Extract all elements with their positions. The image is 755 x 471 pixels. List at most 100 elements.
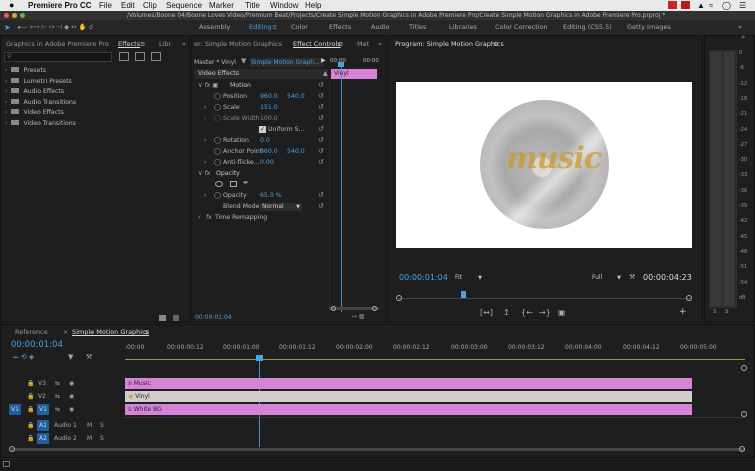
- track-label-a1[interactable]: A1: [37, 420, 49, 431]
- tab-reference[interactable]: Reference: [15, 326, 48, 338]
- expand-rotation-icon[interactable]: ›: [204, 136, 206, 146]
- zoom-handle-left[interactable]: [331, 306, 336, 311]
- reset-motion-icon[interactable]: ↺: [318, 81, 324, 89]
- stopwatch-icon[interactable]: ◯: [214, 158, 221, 168]
- clip-white-bg[interactable]: ⧈ White BG: [125, 404, 692, 415]
- menu-edit[interactable]: Edit: [121, 0, 135, 11]
- panel-overflow-icon[interactable]: »: [378, 38, 382, 50]
- quality-select[interactable]: Full ▼: [592, 274, 622, 282]
- sync-lock-icon[interactable]: ⇆: [55, 391, 60, 402]
- motion-toggle-icon[interactable]: ∨ fx ▣: [198, 81, 218, 91]
- reset-scale-width-icon[interactable]: ↺: [318, 114, 324, 122]
- app-menu[interactable]: Premiere Pro CC: [28, 0, 92, 11]
- program-menu-icon[interactable]: ≡: [493, 38, 498, 50]
- ws-editing[interactable]: Editing: [249, 20, 272, 35]
- uniform-scale-checkbox[interactable]: ✓: [259, 126, 266, 133]
- zoom-window-button[interactable]: [20, 13, 25, 18]
- effects-tree-item[interactable]: › Video Transitions: [5, 119, 76, 129]
- anti-flicker-value[interactable]: 0.00: [260, 158, 274, 168]
- zoom-handle-right[interactable]: [372, 306, 377, 311]
- position-y-value[interactable]: 540.0: [287, 92, 305, 102]
- ws-effects[interactable]: Effects: [329, 20, 351, 35]
- reset-antiflicker-icon[interactable]: ↺: [318, 158, 324, 166]
- camera-icon[interactable]: ▣: [558, 308, 566, 317]
- ws-editing-cs55[interactable]: Editing (CS5.5): [563, 20, 612, 35]
- close-window-button[interactable]: [4, 13, 9, 18]
- program-playhead[interactable]: [461, 291, 466, 298]
- panel-overflow-icon[interactable]: »: [182, 38, 186, 50]
- tab-libraries[interactable]: Libr: [159, 38, 171, 50]
- scroll-right-handle[interactable]: [739, 446, 745, 452]
- pen-mask-icon[interactable]: ✒: [243, 179, 249, 187]
- lock-icon[interactable]: 🔒: [27, 391, 34, 402]
- ws-color-correction[interactable]: Color Correction: [495, 20, 548, 35]
- chevron-right-icon[interactable]: ›: [5, 99, 9, 106]
- reset-position-icon[interactable]: ↺: [318, 92, 324, 100]
- apple-icon[interactable]: ●: [9, 0, 14, 11]
- creative-cloud-icon[interactable]: [681, 1, 690, 9]
- program-scrub-bar[interactable]: [398, 298, 691, 299]
- close-tab-icon[interactable]: ×: [63, 326, 68, 338]
- stopwatch-icon[interactable]: ◯: [214, 136, 221, 146]
- tab-effect-controls[interactable]: Effect Controls: [293, 38, 341, 50]
- scale-value[interactable]: 151.0: [260, 103, 278, 113]
- timeline-ruler[interactable]: :00:00 00:00:00:12 00:00:01:00 00:00:01:12 0…: [125, 344, 745, 357]
- solo-right-button[interactable]: S: [725, 309, 729, 315]
- blend-mode-select[interactable]: Normal ▼: [260, 203, 302, 211]
- reset-scale-icon[interactable]: ↺: [318, 103, 324, 111]
- lift-icon[interactable]: [↔]: [480, 308, 493, 317]
- effects-tree-item[interactable]: › Lumetri Presets: [5, 77, 72, 87]
- anchor-y-value[interactable]: 540.0: [287, 147, 305, 157]
- clip-vinyl[interactable]: ◉ Vinyl: [125, 391, 692, 402]
- menu-list-icon[interactable]: ☰: [739, 0, 746, 11]
- track-label-a2[interactable]: A2: [37, 433, 49, 444]
- chevron-down-icon[interactable]: ▼: [241, 57, 246, 65]
- sync-lock-icon[interactable]: ⇆: [55, 404, 60, 415]
- fit-select[interactable]: Fit ▼: [455, 274, 485, 282]
- yuv-effects-icon[interactable]: [151, 52, 161, 61]
- lock-icon[interactable]: 🔒: [27, 420, 34, 431]
- timeline-tool-icons[interactable]: ⥇ ⟲ ◈: [13, 353, 34, 362]
- eye-icon[interactable]: ◉: [69, 378, 74, 389]
- step-forward-icon[interactable]: →}: [539, 308, 551, 317]
- rectangle-mask-icon[interactable]: [230, 181, 237, 187]
- stopwatch-icon[interactable]: ◯: [214, 191, 221, 201]
- scroll-left-handle[interactable]: [9, 446, 15, 452]
- ec-playhead[interactable]: [341, 62, 342, 312]
- accelerated-effects-icon[interactable]: [119, 52, 129, 61]
- expand-opacity-icon[interactable]: ›: [204, 191, 206, 201]
- chevron-right-icon[interactable]: ›: [5, 109, 9, 116]
- chevron-right-icon[interactable]: ›: [5, 120, 9, 127]
- tab-simple-motion-graphics[interactable]: Simple Motion Graphics: [72, 326, 149, 338]
- ws-titles[interactable]: Titles: [409, 20, 426, 35]
- position-x-value[interactable]: 960.0: [260, 92, 278, 102]
- reset-rotation-icon[interactable]: ↺: [318, 136, 324, 144]
- menu-marker[interactable]: Marker: [209, 0, 234, 11]
- ws-getty[interactable]: Getty Images: [627, 20, 671, 35]
- effects-tree-item[interactable]: › Audio Effects: [5, 87, 64, 97]
- opacity-value[interactable]: 65.0 %: [260, 191, 282, 201]
- scrub-end-handle[interactable]: [686, 295, 692, 301]
- ws-color[interactable]: Color: [291, 20, 308, 35]
- eye-icon[interactable]: ◉: [69, 404, 74, 415]
- tool-icons[interactable]: ▸— ⟻ ⊢ ↦ ⊣ ◆ ↔ ✋ ☌: [18, 20, 93, 35]
- tab-source[interactable]: er: Simple Motion Graphics: [194, 38, 282, 50]
- v-scroll-handle[interactable]: [741, 411, 747, 417]
- sync-lock-icon[interactable]: ⇆: [55, 378, 60, 389]
- ec-menu-icon[interactable]: ≡: [338, 38, 343, 50]
- new-bin-icon[interactable]: [159, 315, 166, 321]
- effects-tree-item[interactable]: › Video Effects: [5, 108, 64, 118]
- menu-file[interactable]: File: [99, 0, 112, 11]
- lock-icon[interactable]: 🔒: [27, 433, 34, 444]
- tab-project[interactable]: Graphics in Adobe Premiere Pro: [6, 38, 109, 50]
- stopwatch-icon[interactable]: ◯: [214, 103, 221, 113]
- minimize-window-button[interactable]: [12, 13, 17, 18]
- export-frame-icon[interactable]: ↥: [503, 308, 510, 317]
- ws-audio[interactable]: Audio: [371, 20, 389, 35]
- effects-tree-item[interactable]: › Presets: [5, 66, 46, 76]
- mute-button[interactable]: M: [87, 420, 92, 431]
- reset-anchor-icon[interactable]: ↺: [318, 147, 324, 155]
- timeline-clip-vinyl[interactable]: Vinyl: [331, 69, 377, 79]
- meter-overflow-icon[interactable]: »: [741, 33, 745, 41]
- 32bit-effects-icon[interactable]: [135, 52, 145, 61]
